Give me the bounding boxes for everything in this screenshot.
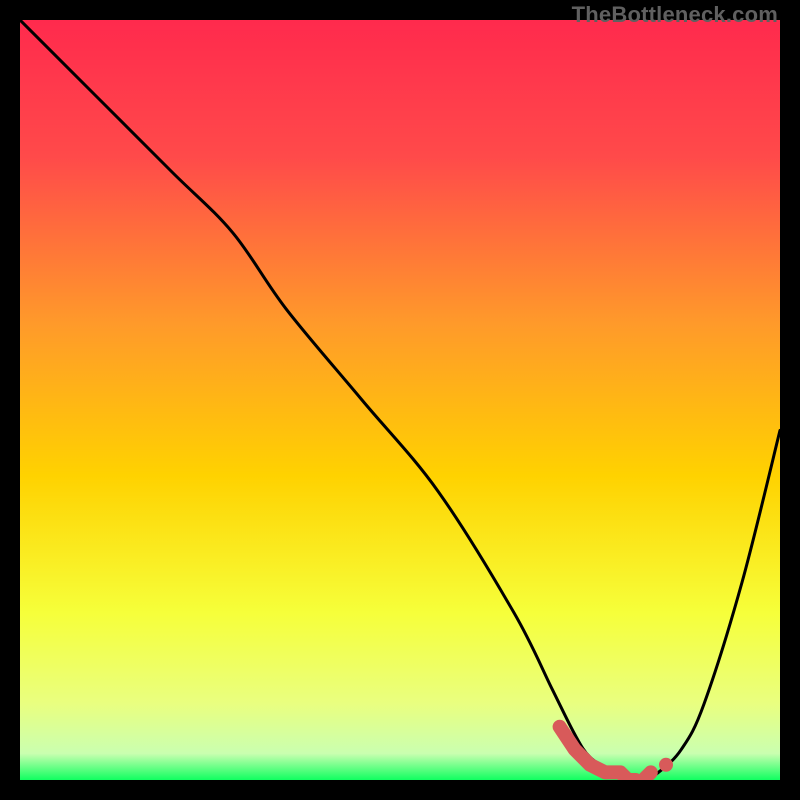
highlight-dash	[643, 772, 651, 780]
watermark-text: TheBottleneck.com	[572, 2, 778, 28]
plot-area	[20, 20, 780, 780]
highlight-dot	[659, 758, 673, 772]
chart-svg	[20, 20, 780, 780]
chart-frame: TheBottleneck.com	[0, 0, 800, 800]
